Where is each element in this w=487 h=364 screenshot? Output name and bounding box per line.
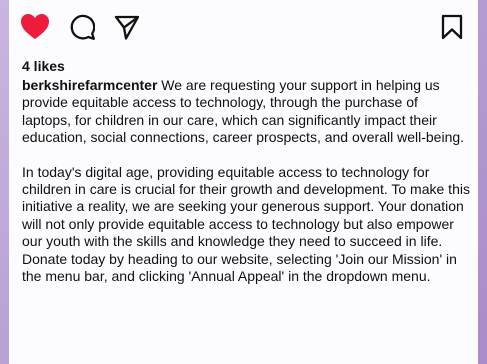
save-button[interactable] — [437, 12, 467, 42]
comment-button[interactable] — [67, 12, 97, 42]
bookmark-icon — [441, 14, 463, 40]
likes-count[interactable]: 4 likes — [22, 58, 65, 74]
post-actions-bar — [20, 12, 467, 42]
username-link[interactable]: berkshirefarmcenter — [22, 77, 157, 93]
post-card: 4 likes berkshirefarmcenter We are reque… — [9, 0, 478, 364]
share-icon — [114, 15, 140, 40]
share-button[interactable] — [112, 12, 142, 42]
like-button[interactable] — [20, 12, 50, 42]
caption-paragraph-1: berkshirefarmcenter We are requesting yo… — [22, 77, 470, 147]
heart-icon — [21, 14, 49, 39]
comment-icon — [70, 14, 95, 40]
caption-paragraph-2: In today's digital age, providing equita… — [22, 163, 470, 285]
post-caption: berkshirefarmcenter We are requesting yo… — [22, 77, 470, 302]
